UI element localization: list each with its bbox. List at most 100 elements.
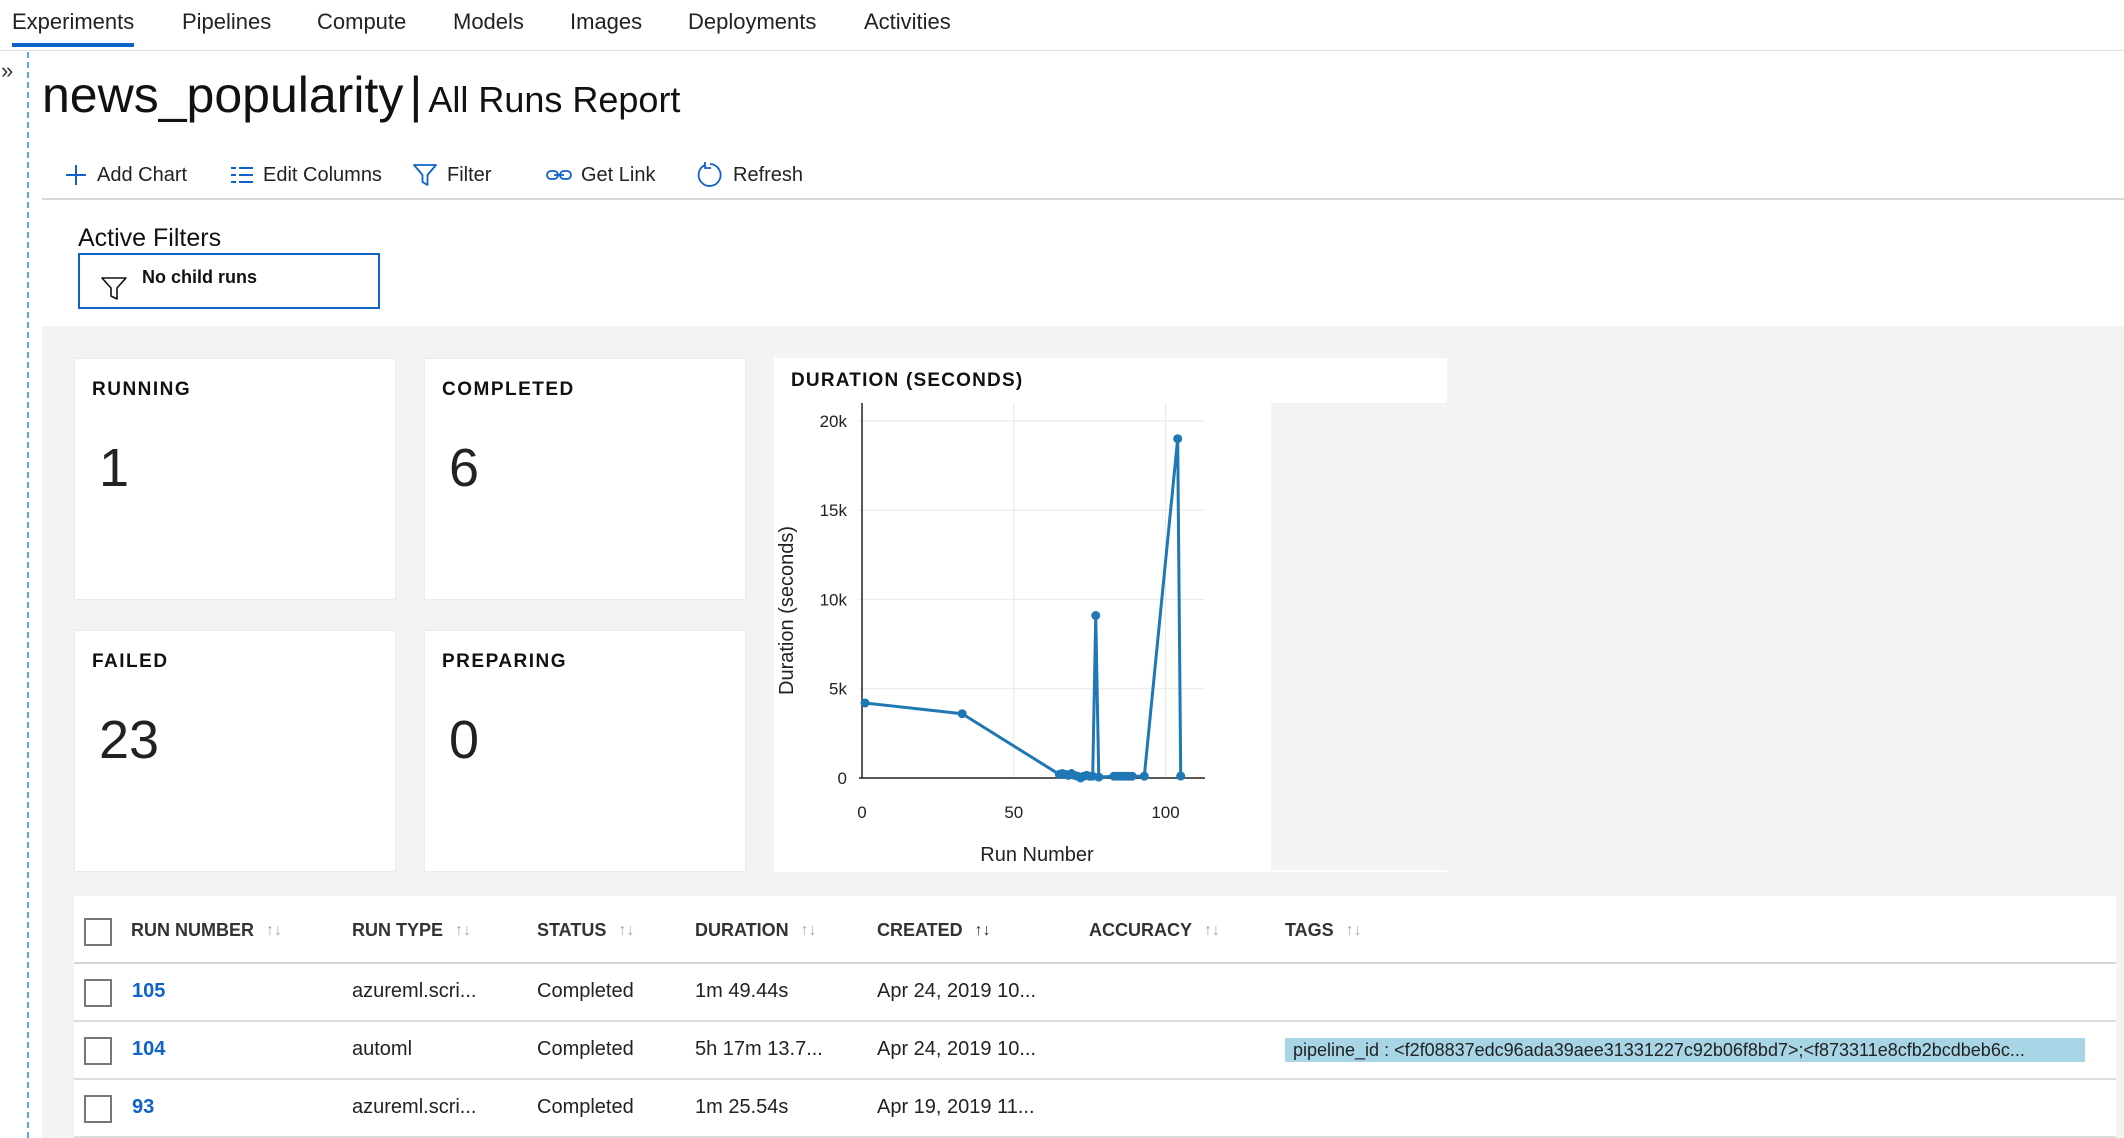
sort-icon: ↑↓	[618, 921, 635, 939]
tab-deployments[interactable]: Deployments	[688, 9, 816, 47]
series-line	[864, 437, 1183, 780]
completed-card: COMPLETED 6	[424, 358, 746, 600]
column-header-run-type[interactable]: RUN TYPE ↑↓	[352, 920, 471, 941]
y-tick-label: 15k	[820, 501, 848, 520]
add-chart-label: Add Chart	[97, 163, 188, 186]
run-created: Apr 19, 2019 11...	[877, 1096, 1035, 1118]
run-type: automl	[352, 1038, 413, 1060]
column-header-run-number[interactable]: RUN NUMBER ↑↓	[131, 920, 282, 941]
chart-title: DURATION (SECONDS)	[791, 370, 1024, 391]
column-label: TAGS	[1285, 920, 1334, 940]
toolbar: Add Chart Edit Columns Filter Get Link R…	[42, 150, 2124, 200]
chart-empty-area	[1271, 403, 1447, 870]
edit-columns-label: Edit Columns	[263, 163, 382, 186]
column-label: DURATION	[695, 920, 789, 940]
column-header-tags[interactable]: TAGS ↑↓	[1285, 920, 1362, 941]
table-row[interactable]: 105 azureml.scri... Completed 1m 49.44s …	[74, 964, 2116, 1022]
data-point	[1091, 611, 1101, 620]
row-checkbox[interactable]	[84, 1095, 112, 1123]
x-tick-label: 100	[1151, 803, 1179, 822]
x-tick-label: 50	[1004, 803, 1023, 822]
filter-button[interactable]: Filter	[412, 158, 491, 192]
running-label: RUNNING	[92, 379, 192, 400]
add-chart-button[interactable]: Add Chart	[64, 158, 187, 192]
run-duration: 1m 25.54s	[695, 1096, 789, 1118]
data-point	[1176, 771, 1186, 781]
column-header-created[interactable]: CREATED ↑↓	[877, 920, 991, 941]
data-point	[1173, 434, 1183, 444]
filter-chip-label: No child runs	[142, 266, 258, 287]
row-checkbox[interactable]	[84, 979, 112, 1007]
y-tick-label: 10k	[820, 590, 848, 609]
run-type: azureml.scri...	[352, 1096, 477, 1118]
run-status: Completed	[537, 1096, 634, 1118]
y-tick-label: 5k	[829, 680, 847, 699]
sort-icon: ↑↓	[800, 921, 817, 939]
column-header-accuracy[interactable]: ACCURACY ↑↓	[1089, 920, 1220, 941]
refresh-label: Refresh	[733, 163, 804, 186]
x-axis-label: Run Number	[980, 844, 1094, 866]
run-created: Apr 24, 2019 10...	[877, 1038, 1037, 1060]
data-point	[1139, 771, 1149, 781]
plus-icon	[66, 165, 86, 185]
failed-label: FAILED	[92, 651, 169, 672]
running-value: 1	[99, 438, 130, 498]
x-tick-label: 0	[857, 803, 866, 822]
filter-chip[interactable]: No child runs	[78, 253, 380, 309]
completed-value: 6	[449, 438, 480, 498]
table-header: RUN NUMBER ↑↓ RUN TYPE ↑↓ STATUS ↑↓ DURATIO…	[74, 896, 2116, 964]
edit-columns-button[interactable]: Edit Columns	[230, 158, 382, 192]
y-axis-label: Duration (seconds)	[776, 526, 798, 695]
table-row[interactable]: 104 automl Completed 5h 17m 13.7... Apr …	[74, 1022, 2116, 1080]
run-duration: 1m 49.44s	[695, 980, 789, 1002]
data-point	[1127, 771, 1137, 781]
select-all-checkbox[interactable]	[84, 918, 112, 946]
tag-badge: pipeline_id : <f2f08837edc96ada39aee3133…	[1285, 1038, 2085, 1062]
sort-descending-icon: ↑↓	[974, 921, 991, 939]
columns-icon	[231, 167, 253, 183]
filter-icon	[413, 164, 437, 186]
run-status: Completed	[537, 980, 634, 1002]
column-label: STATUS	[537, 920, 607, 940]
run-status: Completed	[537, 1038, 634, 1060]
run-number-link[interactable]: 93	[132, 1096, 154, 1119]
link-icon	[546, 170, 572, 180]
preparing-label: PREPARING	[442, 651, 568, 672]
expand-sidebar-icon[interactable]: »	[1, 58, 13, 84]
sort-icon: ↑↓	[1204, 921, 1220, 939]
row-checkbox[interactable]	[84, 1037, 112, 1065]
run-number-link[interactable]: 105	[132, 980, 165, 1003]
table-row[interactable]: 93 azureml.scri... Completed 1m 25.54s A…	[74, 1080, 2116, 1138]
refresh-button[interactable]: Refresh	[696, 158, 803, 192]
failed-value: 23	[99, 710, 160, 770]
tab-experiments[interactable]: Experiments	[12, 9, 135, 47]
tab-pipelines[interactable]: Pipelines	[182, 9, 271, 47]
column-header-duration[interactable]: DURATION ↑↓	[695, 920, 817, 941]
tab-images[interactable]: Images	[570, 9, 642, 47]
duration-chart: 0 5k 10k 15k 20k 0 50 100 Run Number Duration (se…	[776, 403, 1205, 866]
runs-table: RUN NUMBER ↑↓ RUN TYPE ↑↓ STATUS ↑↓ DURATIO…	[74, 896, 2116, 1138]
filter-icon	[101, 277, 127, 300]
running-card: RUNNING 1	[74, 358, 396, 600]
get-link-button[interactable]: Get Link	[546, 158, 655, 192]
tab-models[interactable]: Models	[453, 9, 524, 47]
y-tick-label: 20k	[820, 412, 848, 431]
filter-label: Filter	[447, 163, 492, 186]
page-title: news_popularity | All Runs Report	[42, 66, 680, 124]
tab-compute[interactable]: Compute	[317, 9, 406, 47]
active-filters-heading: Active Filters	[78, 224, 222, 252]
run-number-link[interactable]: 104	[132, 1038, 165, 1061]
data-point	[957, 709, 967, 719]
sidebar-divider	[27, 52, 29, 1138]
completed-label: COMPLETED	[442, 379, 575, 400]
run-type: azureml.scri...	[352, 980, 477, 1002]
duration-chart-card: DURATION (SECONDS) 0 5k 10k 15k 20k 0 50 100 Run…	[774, 358, 1447, 872]
y-tick-label: 0	[838, 769, 847, 788]
data-point	[860, 698, 870, 708]
column-label: RUN TYPE	[352, 920, 444, 940]
tab-activities[interactable]: Activities	[864, 9, 951, 47]
column-header-status[interactable]: STATUS ↑↓	[537, 920, 634, 941]
column-label: ACCURACY	[1089, 920, 1192, 940]
top-nav: Experiments Pipelines Compute Models Ima…	[0, 0, 2124, 51]
sort-icon: ↑↓	[266, 921, 282, 939]
